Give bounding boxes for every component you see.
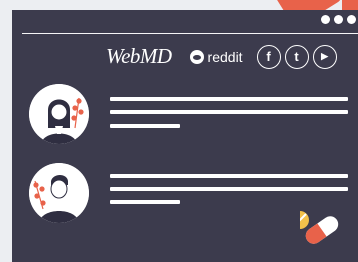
reddit-icon	[189, 49, 204, 64]
round-pill-icon	[291, 211, 309, 229]
background: WebMD reddit f t ▶	[0, 0, 358, 262]
post-text-line	[110, 174, 348, 178]
reddit-logo[interactable]: reddit	[189, 48, 243, 65]
window-dot[interactable]	[334, 15, 343, 24]
post-text-line	[110, 110, 348, 114]
youtube-icon[interactable]: ▶	[312, 44, 337, 69]
post-text-line	[110, 187, 348, 191]
reddit-label: reddit	[207, 48, 243, 65]
window-controls	[321, 15, 356, 24]
post-text-line	[110, 200, 180, 204]
window-dot[interactable]	[347, 15, 356, 24]
twitter-icon[interactable]: t	[284, 44, 309, 69]
window-divider	[22, 33, 358, 34]
post-text-line	[110, 97, 348, 101]
female-avatar[interactable]	[29, 84, 89, 144]
pills-illustration	[291, 210, 346, 255]
facebook-icon[interactable]: f	[256, 44, 281, 69]
male-avatar[interactable]	[29, 163, 89, 223]
social-links: f t ▶	[256, 44, 337, 69]
brand-bar: WebMD reddit f t ▶	[106, 44, 337, 69]
post-text-line	[110, 124, 180, 128]
window-dot[interactable]	[321, 15, 330, 24]
webmd-logo[interactable]: WebMD	[106, 44, 172, 69]
